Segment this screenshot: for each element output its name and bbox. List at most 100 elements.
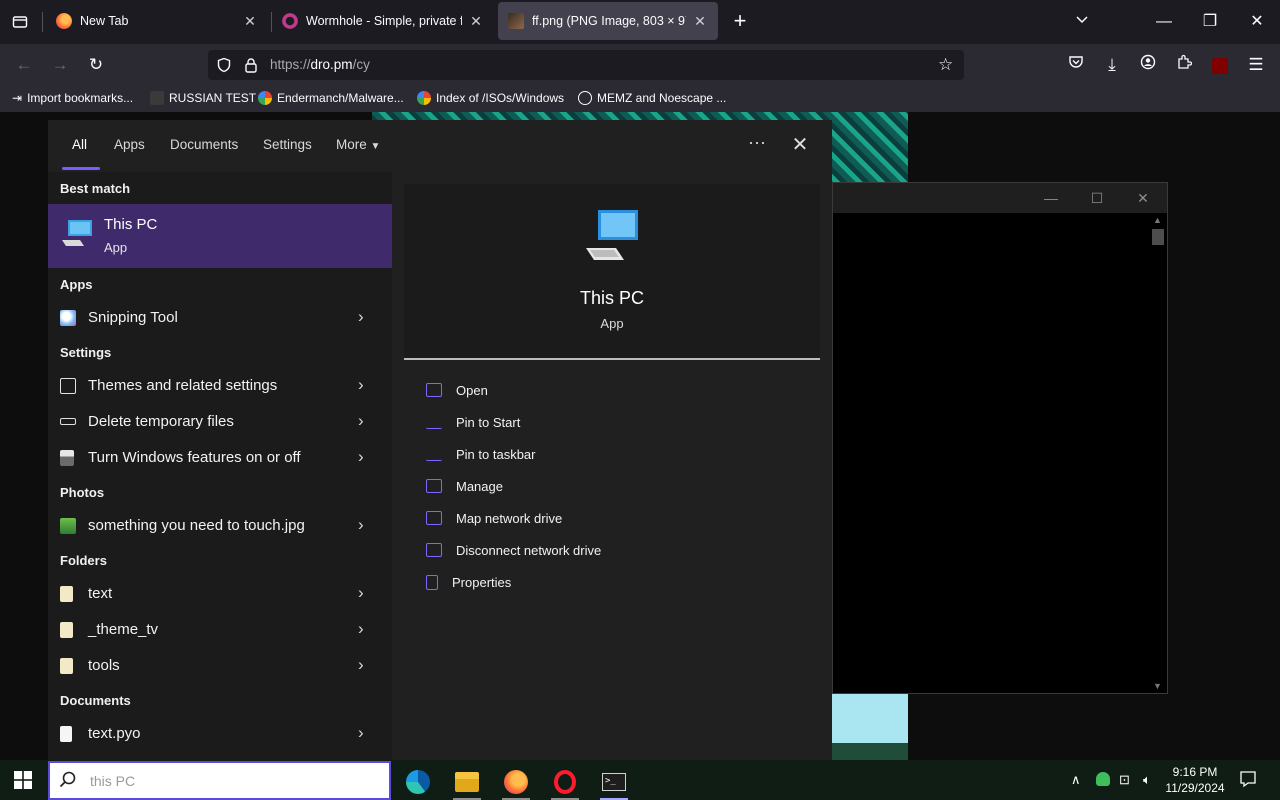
bookmark-item[interactable]: ⇥ Import bookmarks... bbox=[12, 91, 133, 105]
list-item[interactable]: text › bbox=[48, 577, 392, 611]
bookmark-item[interactable]: Index of /ISOs/Windows bbox=[417, 91, 564, 105]
close-icon[interactable]: ✕ bbox=[790, 132, 810, 157]
minimize-icon[interactable]: — bbox=[1152, 10, 1176, 34]
best-match-item[interactable]: This PC App bbox=[48, 204, 392, 268]
section-header: Settings bbox=[60, 345, 112, 360]
list-all-tabs-icon[interactable] bbox=[1070, 10, 1094, 34]
edge-taskbar-button[interactable] bbox=[398, 764, 438, 800]
action-label: Properties bbox=[452, 574, 512, 590]
filter-tab-documents[interactable]: Documents bbox=[170, 137, 238, 152]
filter-tab-more[interactable]: More ▼ bbox=[336, 137, 380, 152]
chevron-right-icon[interactable]: › bbox=[358, 619, 364, 639]
extensions-icon[interactable] bbox=[1172, 53, 1196, 77]
downloads-icon[interactable]: ⤓ bbox=[1100, 53, 1124, 77]
list-item[interactable]: tools › bbox=[48, 649, 392, 683]
clock-date: 11/29/2024 bbox=[1165, 781, 1225, 795]
chevron-right-icon[interactable]: › bbox=[358, 723, 364, 743]
action-disconnect-network-drive[interactable]: Disconnect network drive bbox=[426, 539, 601, 561]
list-item[interactable]: Turn Windows features on or off › bbox=[48, 441, 392, 475]
tab-new-tab[interactable]: New Tab ✕ bbox=[46, 2, 268, 40]
filter-tab-apps[interactable]: Apps bbox=[114, 137, 145, 152]
properties-icon bbox=[426, 574, 438, 590]
pocket-icon[interactable] bbox=[1064, 53, 1088, 77]
windows-start-icon[interactable] bbox=[14, 771, 32, 789]
bookmark-star-icon[interactable]: ☆ bbox=[938, 55, 953, 75]
list-item[interactable]: _theme_tv › bbox=[48, 613, 392, 647]
forward-arrow-icon[interactable]: → bbox=[48, 53, 72, 77]
storage-drive-icon bbox=[60, 418, 76, 425]
chevron-right-icon[interactable]: › bbox=[358, 655, 364, 675]
action-open[interactable]: Open bbox=[426, 379, 488, 401]
menu-hamburger-icon[interactable]: ☰ bbox=[1244, 53, 1268, 77]
file-explorer-taskbar-button[interactable] bbox=[447, 764, 487, 800]
tab-list-icon[interactable] bbox=[8, 10, 32, 34]
close-window-icon[interactable]: ✕ bbox=[1245, 10, 1269, 34]
action-map-network-drive[interactable]: Map network drive bbox=[426, 507, 562, 529]
network-drive-icon bbox=[426, 543, 442, 557]
restore-icon[interactable]: ❐ bbox=[1198, 10, 1222, 34]
detail-subtitle: App bbox=[600, 316, 624, 331]
action-pin-to-taskbar[interactable]: Pin to taskbar bbox=[426, 443, 536, 465]
opera-taskbar-button[interactable] bbox=[545, 764, 585, 800]
firefox-taskbar-button[interactable] bbox=[496, 764, 536, 800]
scroll-down-icon[interactable]: ▼ bbox=[1153, 681, 1162, 691]
close-tab-icon[interactable]: ✕ bbox=[468, 13, 484, 29]
network-icon[interactable]: ⊡ bbox=[1119, 772, 1130, 788]
action-properties[interactable]: Properties bbox=[426, 571, 511, 593]
volume-icon[interactable]: 🔈︎ bbox=[1143, 772, 1151, 788]
console-window[interactable]: — ☐ ✕ ▲ ▼ bbox=[832, 182, 1168, 694]
close-tab-icon[interactable]: ✕ bbox=[692, 13, 708, 29]
notifications-icon[interactable] bbox=[1239, 770, 1257, 791]
chevron-right-icon[interactable]: › bbox=[358, 583, 364, 603]
chevron-right-icon[interactable]: › bbox=[358, 411, 364, 431]
section-header: Best match bbox=[60, 181, 131, 196]
search-query[interactable]: this PC bbox=[90, 773, 135, 789]
bookmark-item[interactable]: RUSSIAN TEST bbox=[150, 91, 256, 105]
scrollbar-thumb[interactable] bbox=[1152, 229, 1164, 245]
chevron-right-icon[interactable]: › bbox=[358, 375, 364, 395]
list-item[interactable]: Snipping Tool › bbox=[48, 301, 392, 335]
list-item[interactable]: something you need to touch.jpg › bbox=[48, 509, 392, 543]
detail-header: This PC App bbox=[404, 184, 820, 360]
list-item[interactable]: text.pyo › bbox=[48, 717, 392, 751]
search-box[interactable]: this PC bbox=[48, 761, 391, 800]
ublock-origin-icon[interactable] bbox=[1208, 53, 1232, 77]
system-clock[interactable]: 9:16 PM 11/29/2024 bbox=[1160, 764, 1230, 796]
person-status-icon[interactable] bbox=[1096, 772, 1110, 789]
account-icon[interactable] bbox=[1136, 53, 1160, 77]
show-hidden-icons-chevron-icon[interactable]: ∧ bbox=[1071, 772, 1081, 788]
action-manage[interactable]: Manage bbox=[426, 475, 503, 497]
bookmark-item[interactable]: Endermanch/Malware... bbox=[258, 91, 404, 105]
list-item[interactable]: Themes and related settings › bbox=[48, 369, 392, 403]
shield-icon[interactable] bbox=[216, 57, 232, 78]
lock-icon[interactable] bbox=[244, 57, 258, 78]
scroll-up-icon[interactable]: ▲ bbox=[1153, 215, 1162, 225]
back-arrow-icon[interactable]: ← bbox=[12, 53, 36, 77]
address-bar[interactable]: https://dro.pm/cy ☆ bbox=[208, 50, 964, 80]
close-tab-icon[interactable]: ✕ bbox=[242, 13, 258, 29]
scrollbar[interactable]: ▲ ▼ bbox=[1151, 215, 1165, 691]
chevron-right-icon[interactable]: › bbox=[358, 447, 364, 467]
minimize-icon[interactable]: — bbox=[1041, 188, 1061, 208]
tab-ff-png[interactable]: ff.png (PNG Image, 803 × 970 p ✕ bbox=[498, 2, 718, 40]
bookmark-item[interactable]: MEMZ and Noescape ... bbox=[578, 91, 726, 105]
new-tab-button[interactable]: + bbox=[728, 10, 752, 34]
list-item-label: Themes and related settings bbox=[88, 377, 278, 394]
chevron-right-icon[interactable]: › bbox=[358, 307, 364, 327]
console-titlebar[interactable]: — ☐ ✕ bbox=[833, 183, 1167, 213]
more-options-icon[interactable]: ··· bbox=[748, 132, 766, 153]
tab-wormhole[interactable]: Wormhole - Simple, private file ✕ bbox=[272, 2, 494, 40]
reload-icon[interactable]: ↻ bbox=[84, 53, 108, 77]
close-icon[interactable]: ✕ bbox=[1133, 188, 1153, 208]
bookmark-label: Endermanch/Malware... bbox=[277, 91, 404, 105]
action-pin-to-start[interactable]: Pin to Start bbox=[426, 411, 520, 433]
url-text[interactable]: https://dro.pm/cy bbox=[270, 57, 370, 72]
chevron-right-icon[interactable]: › bbox=[358, 515, 364, 535]
navigation-toolbar: ← → ↻ https://dro.pm/cy ☆ ⤓ ☰ bbox=[0, 44, 1280, 86]
theme-brush-icon bbox=[60, 378, 76, 394]
filter-tab-settings[interactable]: Settings bbox=[263, 137, 312, 152]
filter-tab-all[interactable]: All bbox=[72, 137, 87, 152]
maximize-icon[interactable]: ☐ bbox=[1087, 188, 1107, 208]
terminal-taskbar-button[interactable]: >_ bbox=[594, 764, 634, 800]
list-item[interactable]: Delete temporary files › bbox=[48, 405, 392, 439]
